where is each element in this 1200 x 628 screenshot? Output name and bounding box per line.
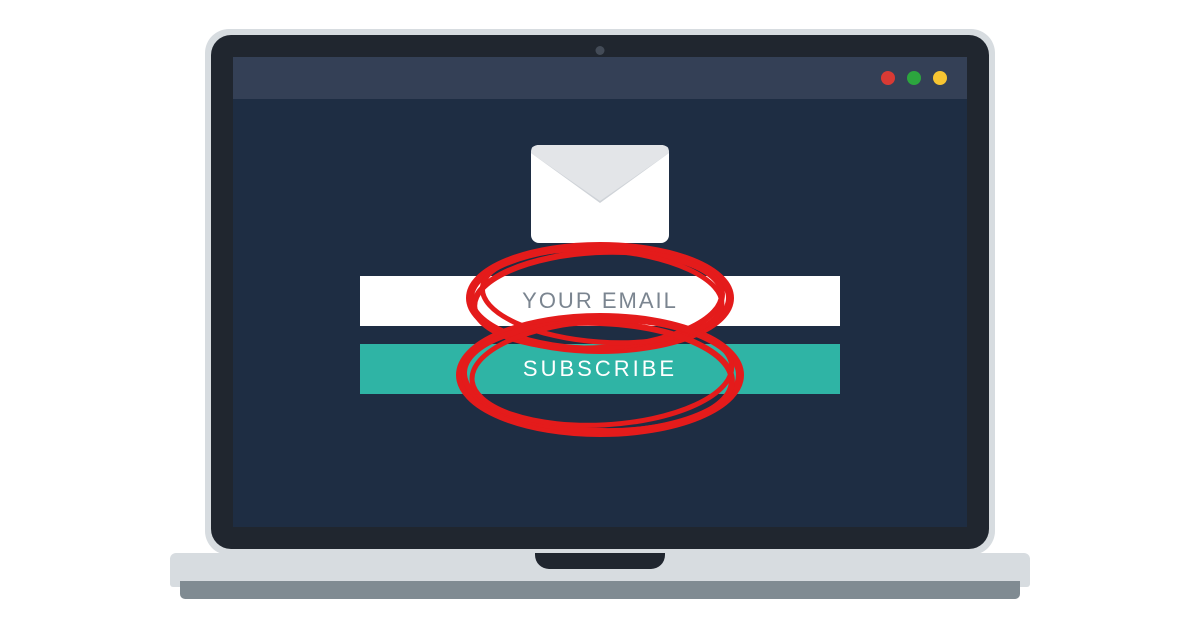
camera-dot (596, 46, 605, 55)
screen: SUBSCRIBE (233, 57, 967, 527)
window-maximize-icon[interactable] (933, 71, 947, 85)
content-area: SUBSCRIBE (233, 99, 967, 394)
window-close-icon[interactable] (881, 71, 895, 85)
subscribe-button[interactable]: SUBSCRIBE (360, 344, 840, 394)
screen-inner-frame: SUBSCRIBE (211, 35, 989, 549)
laptop-frame: SUBSCRIBE (170, 29, 1030, 609)
window-titlebar (233, 57, 967, 99)
screen-bezel: SUBSCRIBE (205, 29, 995, 555)
laptop-base (170, 553, 1030, 609)
window-minimize-icon[interactable] (907, 71, 921, 85)
subscribe-form: SUBSCRIBE (360, 276, 840, 394)
email-field[interactable] (360, 276, 840, 326)
envelope-icon (531, 145, 669, 248)
